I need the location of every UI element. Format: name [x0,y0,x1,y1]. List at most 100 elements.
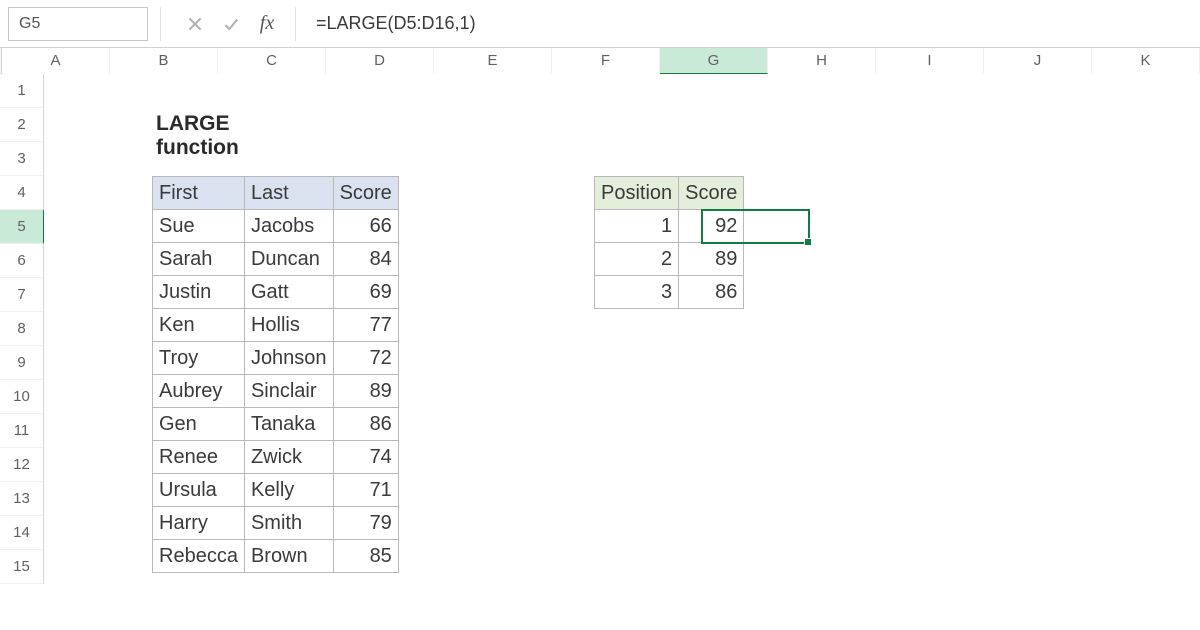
row-header-13[interactable]: 13 [0,482,44,516]
cell-last[interactable]: Kelly [244,474,333,507]
name-box[interactable]: G5 [8,7,148,41]
table-row: KenHollis77 [153,309,399,342]
table-row: JustinGatt69 [153,276,399,309]
col-position[interactable]: Position [595,177,679,210]
cell-position[interactable]: 3 [595,276,679,309]
col-first[interactable]: First [153,177,245,210]
cell-last[interactable]: Tanaka [244,408,333,441]
fill-handle[interactable] [804,238,812,246]
sheet-area: ABCDEFGHIJK 123456789101112131415 LARGE … [0,48,1200,630]
cell-score[interactable]: 72 [333,342,398,375]
column-header-H[interactable]: H [768,48,876,74]
column-headers: ABCDEFGHIJK [0,48,1200,74]
cell-first[interactable]: Sarah [153,243,245,276]
enter-icon[interactable] [219,12,243,36]
row-header-2[interactable]: 2 [0,108,44,142]
column-header-B[interactable]: B [110,48,218,74]
cell-score[interactable]: 79 [333,507,398,540]
column-header-E[interactable]: E [434,48,552,74]
row-header-7[interactable]: 7 [0,278,44,312]
row-header-5[interactable]: 5 [0,210,44,244]
row-header-6[interactable]: 6 [0,244,44,278]
col-last[interactable]: Last [244,177,333,210]
cell-last[interactable]: Duncan [244,243,333,276]
table-row: 386 [595,276,744,309]
col-score[interactable]: Score [679,177,744,210]
cancel-icon[interactable] [183,12,207,36]
cell-score[interactable]: 89 [333,375,398,408]
table-header-row: First Last Score [153,177,399,210]
sheet-title: LARGE function [156,112,239,160]
cell-first[interactable]: Rebecca [153,540,245,573]
cell-score[interactable]: 86 [333,408,398,441]
cell-first[interactable]: Ken [153,309,245,342]
table-row: AubreySinclair89 [153,375,399,408]
row-header-4[interactable]: 4 [0,176,44,210]
cell-first[interactable]: Sue [153,210,245,243]
cell-last[interactable]: Brown [244,540,333,573]
table-row: TroyJohnson72 [153,342,399,375]
formula-bar: G5 fx =LARGE(D5:D16,1) [0,0,1200,48]
table-row: ReneeZwick74 [153,441,399,474]
column-header-I[interactable]: I [876,48,984,74]
column-header-F[interactable]: F [552,48,660,74]
cell-score[interactable]: 89 [679,243,744,276]
cell-score[interactable]: 74 [333,441,398,474]
row-header-12[interactable]: 12 [0,448,44,482]
row-header-9[interactable]: 9 [0,346,44,380]
cell-last[interactable]: Gatt [244,276,333,309]
row-header-14[interactable]: 14 [0,516,44,550]
cell-score[interactable]: 69 [333,276,398,309]
formula-input[interactable]: =LARGE(D5:D16,1) [302,7,1200,41]
column-header-J[interactable]: J [984,48,1092,74]
row-headers: 123456789101112131415 [0,74,44,584]
cell-score[interactable]: 92 [679,210,744,243]
separator [295,7,296,41]
name-box-value: G5 [19,15,40,33]
cell-first[interactable]: Troy [153,342,245,375]
cell-last[interactable]: Smith [244,507,333,540]
formula-text: =LARGE(D5:D16,1) [316,13,476,34]
cell-first[interactable]: Ursula [153,474,245,507]
row-header-15[interactable]: 15 [0,550,44,584]
table-row: UrsulaKelly71 [153,474,399,507]
cell-score[interactable]: 77 [333,309,398,342]
insert-function-icon[interactable]: fx [255,12,279,36]
cell-score[interactable]: 84 [333,243,398,276]
table-header-row: Position Score [595,177,744,210]
cell-first[interactable]: Gen [153,408,245,441]
table-row: 192 [595,210,744,243]
col-score[interactable]: Score [333,177,398,210]
table-row: GenTanaka86 [153,408,399,441]
cell-last[interactable]: Sinclair [244,375,333,408]
results-table: Position Score 192289386 [594,176,744,309]
table-row: SueJacobs66 [153,210,399,243]
column-header-A[interactable]: A [2,48,110,74]
cell-last[interactable]: Johnson [244,342,333,375]
people-table: First Last Score SueJacobs66SarahDuncan8… [152,176,399,573]
cell-first[interactable]: Renee [153,441,245,474]
table-row: RebeccaBrown85 [153,540,399,573]
cell-position[interactable]: 2 [595,243,679,276]
column-header-D[interactable]: D [326,48,434,74]
cell-score[interactable]: 66 [333,210,398,243]
table-row: SarahDuncan84 [153,243,399,276]
row-header-11[interactable]: 11 [0,414,44,448]
row-header-1[interactable]: 1 [0,74,44,108]
cell-first[interactable]: Aubrey [153,375,245,408]
cell-last[interactable]: Jacobs [244,210,333,243]
row-header-3[interactable]: 3 [0,142,44,176]
cell-position[interactable]: 1 [595,210,679,243]
column-header-C[interactable]: C [218,48,326,74]
row-header-10[interactable]: 10 [0,380,44,414]
cell-last[interactable]: Hollis [244,309,333,342]
cell-last[interactable]: Zwick [244,441,333,474]
cell-score[interactable]: 85 [333,540,398,573]
row-header-8[interactable]: 8 [0,312,44,346]
column-header-K[interactable]: K [1092,48,1200,74]
column-header-G[interactable]: G [660,48,768,74]
cell-first[interactable]: Harry [153,507,245,540]
cell-first[interactable]: Justin [153,276,245,309]
cell-score[interactable]: 86 [679,276,744,309]
cell-score[interactable]: 71 [333,474,398,507]
